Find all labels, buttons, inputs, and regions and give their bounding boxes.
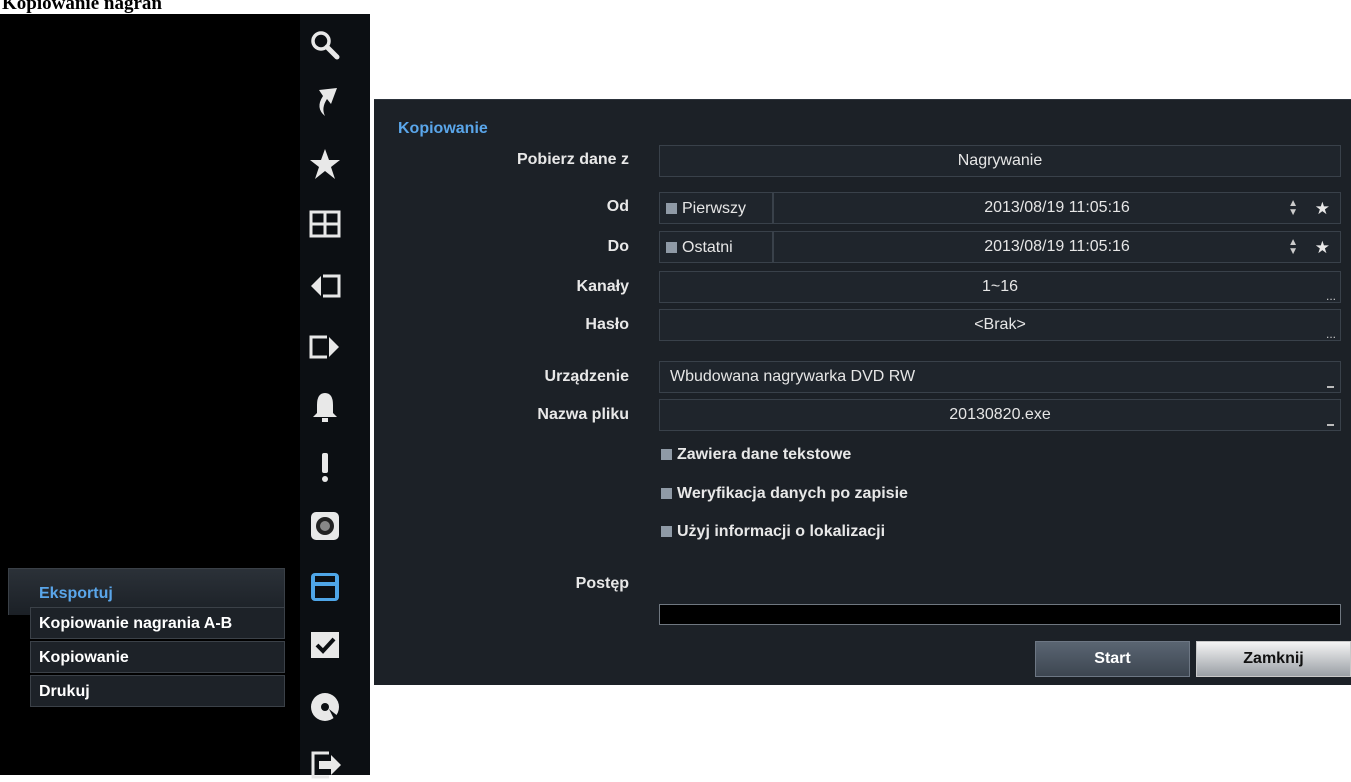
from-check-label: Pierwszy <box>682 200 747 217</box>
checkbox-icon <box>666 203 677 214</box>
spinner-icon[interactable]: ▲ ▼ <box>1288 238 1298 257</box>
star-icon[interactable]: ★ <box>1315 238 1330 258</box>
menu-item-ab-copy[interactable]: Kopiowanie nagrania A-B <box>30 607 285 639</box>
left-panel: Eksportuj Kopiowanie nagrania A-B Kopiow… <box>0 14 300 775</box>
checkbox-icon <box>661 526 672 537</box>
channels-field[interactable]: 1~16 ... <box>659 271 1341 303</box>
device-select[interactable]: Wbudowana nagrywarka DVD RW <box>659 361 1341 393</box>
to-date-value: 2013/08/19 11:05:16 <box>984 238 1130 255</box>
source-value: Nagrywanie <box>957 152 1043 169</box>
option-label: Użyj informacji o lokalizacji <box>677 523 886 540</box>
save-icon[interactable] <box>308 570 342 604</box>
icon-toolbar <box>300 14 370 779</box>
copy-dialog: Kopiowanie Pobierz dane z Nagrywanie Od … <box>374 99 1351 685</box>
filename-label: Nazwa pliku <box>537 406 629 423</box>
spinner-icon[interactable]: ▲ ▼ <box>1288 199 1298 218</box>
password-value: <Brak> <box>974 316 1026 333</box>
grid-icon[interactable] <box>308 207 342 241</box>
menu-header-label: Eksportuj <box>39 585 113 602</box>
source-field[interactable]: Nagrywanie <box>659 145 1341 177</box>
device-label: Urządzenie <box>544 368 629 385</box>
option-label: Zawiera dane tekstowe <box>677 446 852 463</box>
to-label: Do <box>607 238 629 255</box>
alert-icon[interactable] <box>308 450 342 484</box>
option-verify[interactable]: Weryfikacja danych po zapisie <box>661 485 908 503</box>
option-location[interactable]: Użyj informacji o lokalizacji <box>661 523 885 541</box>
start-button[interactable]: Start <box>1035 641 1190 677</box>
arrow-icon[interactable] <box>308 85 342 119</box>
from-label: Od <box>606 198 629 215</box>
from-date-field[interactable]: 2013/08/19 11:05:16 ▲ ▼ ★ <box>773 192 1341 224</box>
checkbox-icon <box>666 242 677 253</box>
edit-icon <box>1327 424 1334 426</box>
option-text-data[interactable]: Zawiera dane tekstowe <box>661 446 851 464</box>
page-heading: Kopiowanie nagrań <box>2 0 162 14</box>
disc-icon[interactable] <box>308 690 342 724</box>
from-date-value: 2013/08/19 11:05:16 <box>984 199 1130 216</box>
checkbox-icon <box>661 488 672 499</box>
to-date-field[interactable]: 2013/08/19 11:05:16 ▲ ▼ ★ <box>773 231 1341 263</box>
camera-icon[interactable] <box>308 509 342 543</box>
to-check-label: Ostatni <box>682 239 733 256</box>
progress-bar <box>659 604 1341 625</box>
progress-label: Postęp <box>575 575 629 592</box>
checkbox-icon <box>661 449 672 460</box>
star-icon[interactable] <box>308 147 342 181</box>
dropdown-icon <box>1327 386 1334 388</box>
next-icon[interactable] <box>308 330 342 364</box>
channels-label: Kanały <box>576 278 629 295</box>
filename-field[interactable]: 20130820.exe <box>659 399 1341 431</box>
check-icon[interactable] <box>308 628 342 662</box>
ellipsis-icon: ... <box>1325 289 1336 303</box>
bell-icon[interactable] <box>308 390 342 424</box>
option-label: Weryfikacja danych po zapisie <box>677 485 908 502</box>
device-value: Wbudowana nagrywarka DVD RW <box>670 368 916 385</box>
filename-value: 20130820.exe <box>949 406 1051 423</box>
search-icon[interactable] <box>308 28 342 62</box>
channels-value: 1~16 <box>981 278 1019 295</box>
dialog-title: Kopiowanie <box>398 120 488 137</box>
close-button[interactable]: Zamknij <box>1196 641 1351 677</box>
exit-icon[interactable] <box>308 748 342 782</box>
to-last-checkbox[interactable]: Ostatni <box>659 231 773 263</box>
password-field[interactable]: <Brak> ... <box>659 309 1341 341</box>
source-label: Pobierz dane z <box>516 151 629 168</box>
menu-item-print[interactable]: Drukuj <box>30 675 285 707</box>
star-icon[interactable]: ★ <box>1315 199 1330 219</box>
prev-icon[interactable] <box>308 269 342 303</box>
menu-item-copy[interactable]: Kopiowanie <box>30 641 285 673</box>
from-first-checkbox[interactable]: Pierwszy <box>659 192 773 224</box>
password-label: Hasło <box>585 316 629 333</box>
ellipsis-icon: ... <box>1325 327 1336 341</box>
